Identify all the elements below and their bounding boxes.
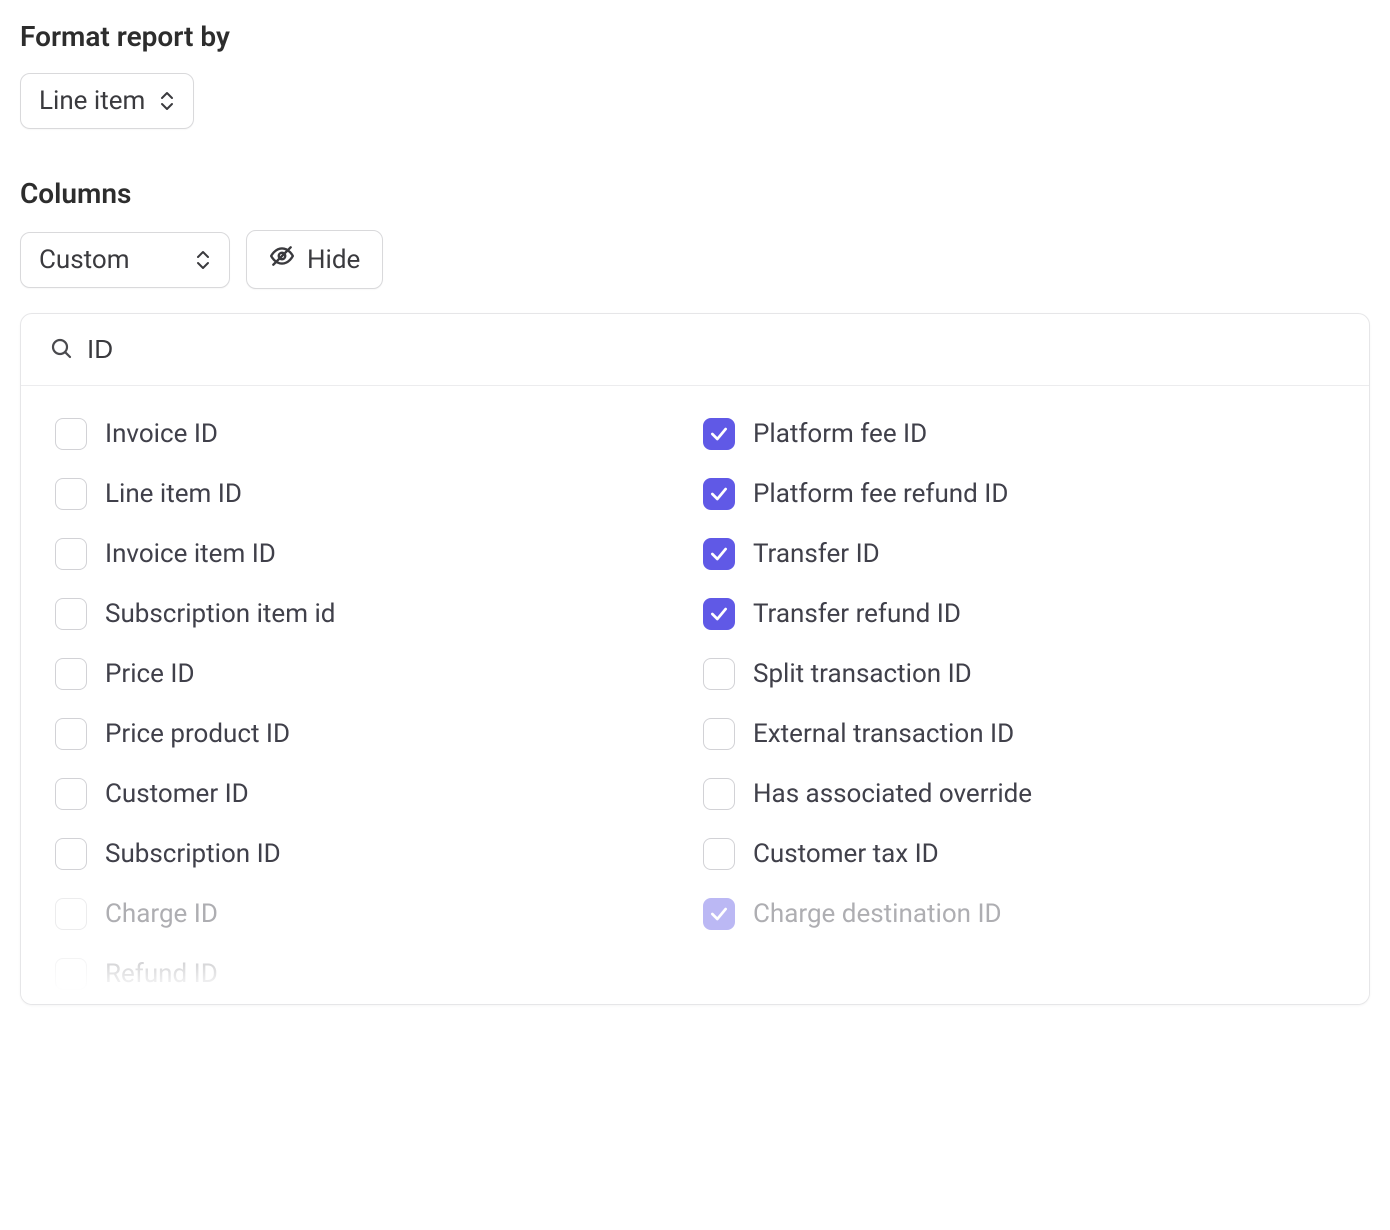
options-grid: Invoice ID Line item ID Invoice item ID Sub… bbox=[21, 386, 1369, 1004]
columns-dropdown-panel: Invoice ID Line item ID Invoice item ID Sub… bbox=[20, 313, 1370, 1005]
column-option-label: Line item ID bbox=[105, 479, 242, 509]
column-option-label: Has associated override bbox=[753, 779, 1032, 809]
columns-selected: Custom bbox=[39, 245, 130, 275]
column-option-label: Subscription ID bbox=[105, 839, 281, 869]
column-option-row[interactable]: External transaction ID bbox=[703, 704, 1335, 764]
eye-off-icon bbox=[269, 243, 295, 276]
column-option-row[interactable]: Platform fee refund ID bbox=[703, 464, 1335, 524]
column-option-row[interactable]: Platform fee ID bbox=[703, 404, 1335, 464]
column-option-row[interactable]: Charge destination ID bbox=[703, 884, 1335, 944]
columns-section: Columns Custom Hide bbox=[20, 177, 1370, 1005]
column-option-label: Split transaction ID bbox=[753, 659, 972, 689]
column-option-label: Customer ID bbox=[105, 779, 249, 809]
columns-controls: Custom Hide bbox=[20, 230, 1370, 289]
checkbox[interactable] bbox=[703, 538, 735, 570]
column-option-label: Price product ID bbox=[105, 719, 290, 749]
column-option-label: Refund ID bbox=[105, 959, 218, 989]
checkbox[interactable] bbox=[55, 418, 87, 450]
column-option-row[interactable]: Transfer refund ID bbox=[703, 584, 1335, 644]
column-option-label: Charge ID bbox=[105, 899, 218, 929]
column-option-label: Price ID bbox=[105, 659, 195, 689]
format-report-section: Format report by Line item bbox=[20, 20, 1370, 129]
format-report-label: Format report by bbox=[20, 20, 1370, 53]
column-option-row[interactable]: Customer ID bbox=[55, 764, 687, 824]
columns-select[interactable]: Custom bbox=[20, 232, 230, 288]
column-option-row[interactable]: Invoice item ID bbox=[55, 524, 687, 584]
column-option-label: External transaction ID bbox=[753, 719, 1014, 749]
checkbox[interactable] bbox=[703, 478, 735, 510]
column-option-row[interactable]: Price product ID bbox=[55, 704, 687, 764]
checkbox[interactable] bbox=[55, 598, 87, 630]
checkbox[interactable] bbox=[55, 838, 87, 870]
column-option-label: Transfer refund ID bbox=[753, 599, 961, 629]
checkbox[interactable] bbox=[55, 538, 87, 570]
column-option-label: Charge destination ID bbox=[753, 899, 1002, 929]
column-option-row[interactable]: Subscription ID bbox=[55, 824, 687, 884]
column-option-row[interactable]: Charge ID bbox=[55, 884, 687, 944]
checkbox[interactable] bbox=[55, 898, 87, 930]
column-option-label: Customer tax ID bbox=[753, 839, 939, 869]
column-option-row[interactable]: Refund ID bbox=[55, 944, 687, 1004]
checkbox[interactable] bbox=[55, 658, 87, 690]
column-option-label: Invoice item ID bbox=[105, 539, 276, 569]
checkbox[interactable] bbox=[703, 898, 735, 930]
column-option-label: Invoice ID bbox=[105, 419, 218, 449]
options-left-column: Invoice ID Line item ID Invoice item ID Sub… bbox=[55, 404, 687, 1004]
checkbox[interactable] bbox=[703, 418, 735, 450]
column-option-row[interactable]: Has associated override bbox=[703, 764, 1335, 824]
search-input[interactable] bbox=[87, 334, 1341, 365]
search-icon bbox=[49, 336, 73, 364]
column-option-row[interactable]: Customer tax ID bbox=[703, 824, 1335, 884]
columns-label: Columns bbox=[20, 177, 1370, 210]
column-option-label: Subscription item id bbox=[105, 599, 335, 629]
checkbox[interactable] bbox=[703, 598, 735, 630]
checkbox[interactable] bbox=[703, 718, 735, 750]
search-row bbox=[21, 314, 1369, 386]
column-option-row[interactable]: Price ID bbox=[55, 644, 687, 704]
column-option-label: Platform fee refund ID bbox=[753, 479, 1008, 509]
column-option-label: Platform fee ID bbox=[753, 419, 927, 449]
chevron-up-down-icon bbox=[159, 91, 175, 111]
checkbox[interactable] bbox=[55, 778, 87, 810]
column-option-label: Transfer ID bbox=[753, 539, 880, 569]
checkbox[interactable] bbox=[55, 478, 87, 510]
checkbox[interactable] bbox=[703, 778, 735, 810]
format-report-selected: Line item bbox=[39, 86, 145, 116]
column-option-row[interactable]: Line item ID bbox=[55, 464, 687, 524]
column-option-row[interactable]: Split transaction ID bbox=[703, 644, 1335, 704]
chevron-up-down-icon bbox=[195, 250, 211, 270]
checkbox[interactable] bbox=[703, 658, 735, 690]
hide-button[interactable]: Hide bbox=[246, 230, 383, 289]
checkbox[interactable] bbox=[55, 718, 87, 750]
column-option-row[interactable]: Transfer ID bbox=[703, 524, 1335, 584]
checkbox[interactable] bbox=[703, 838, 735, 870]
checkbox[interactable] bbox=[55, 958, 87, 990]
format-report-select[interactable]: Line item bbox=[20, 73, 194, 129]
column-option-row[interactable]: Subscription item id bbox=[55, 584, 687, 644]
format-report-controls: Line item bbox=[20, 73, 1370, 129]
hide-button-label: Hide bbox=[307, 245, 360, 275]
options-right-column: Platform fee ID Platform fee refund ID Tra… bbox=[703, 404, 1335, 1004]
column-option-row[interactable]: Invoice ID bbox=[55, 404, 687, 464]
